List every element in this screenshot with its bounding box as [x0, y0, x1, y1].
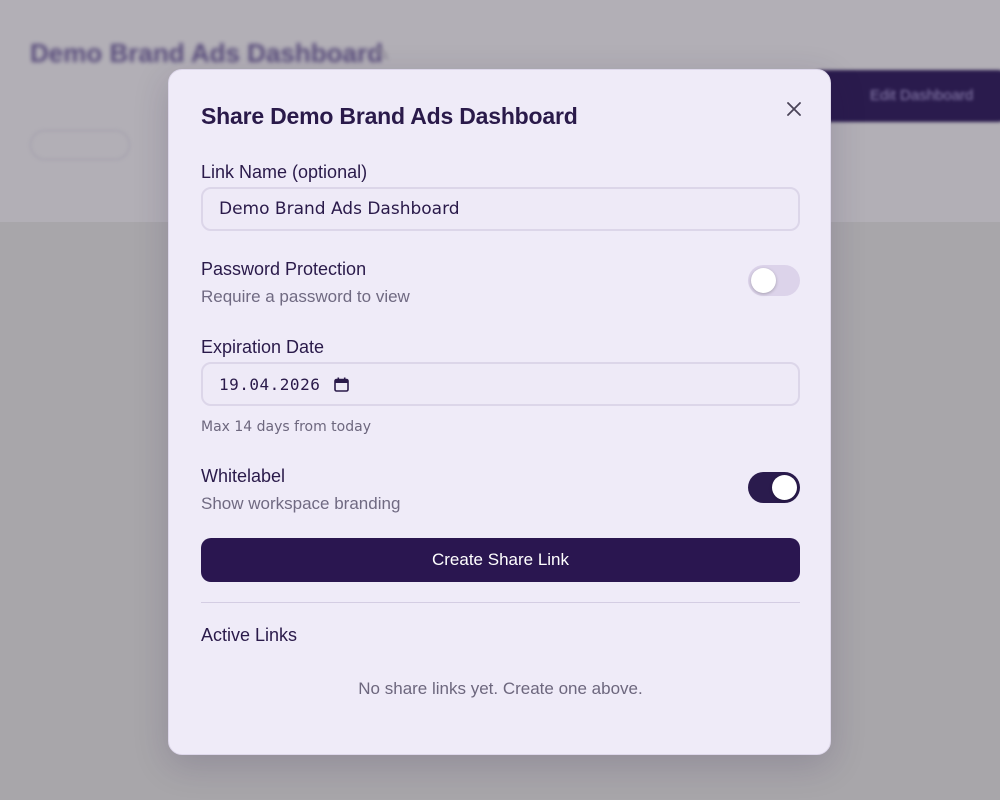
pencil-icon: ✎	[374, 44, 391, 66]
toggle-knob	[751, 268, 776, 293]
calendar-icon[interactable]	[334, 377, 350, 392]
section-divider	[201, 602, 800, 603]
share-dialog: Share Demo Brand Ads Dashboard Link Name…	[168, 69, 831, 755]
link-name-value: Demo Brand Ads Dashboard	[219, 199, 460, 219]
whitelabel-label: Whitelabel	[201, 466, 286, 486]
link-name-label: Link Name (optional)	[201, 162, 368, 182]
active-links-empty-state: No share links yet. Create one above.	[358, 679, 643, 698]
dialog-title: Share Demo Brand Ads Dashboard	[201, 103, 578, 129]
link-name-input[interactable]: Demo Brand Ads Dashboard	[201, 187, 800, 231]
create-share-link-button[interactable]: Create Share Link	[201, 538, 800, 582]
toggle-knob	[772, 475, 797, 500]
whitelabel-description: Show workspace branding	[201, 494, 401, 513]
background-dashboard-title: Demo Brand Ads Dashboard	[30, 38, 383, 68]
active-links-title: Active Links	[201, 625, 298, 645]
whitelabel-toggle[interactable]	[748, 472, 800, 503]
expiration-date-value: 19.04.2026	[219, 374, 321, 394]
expiration-date-label: Expiration Date	[201, 337, 325, 357]
background-edit-dashboard-button: Edit Dashboard	[810, 70, 1000, 122]
password-protection-label: Password Protection	[201, 259, 367, 279]
password-protection-description: Require a password to view	[201, 287, 410, 306]
expiration-date-hint: Max 14 days from today	[201, 419, 371, 435]
password-protection-toggle[interactable]	[748, 265, 800, 296]
background-chip	[30, 130, 130, 160]
close-icon	[787, 102, 801, 116]
close-button[interactable]	[781, 96, 807, 122]
expiration-date-input[interactable]: 19.04.2026	[201, 362, 800, 406]
